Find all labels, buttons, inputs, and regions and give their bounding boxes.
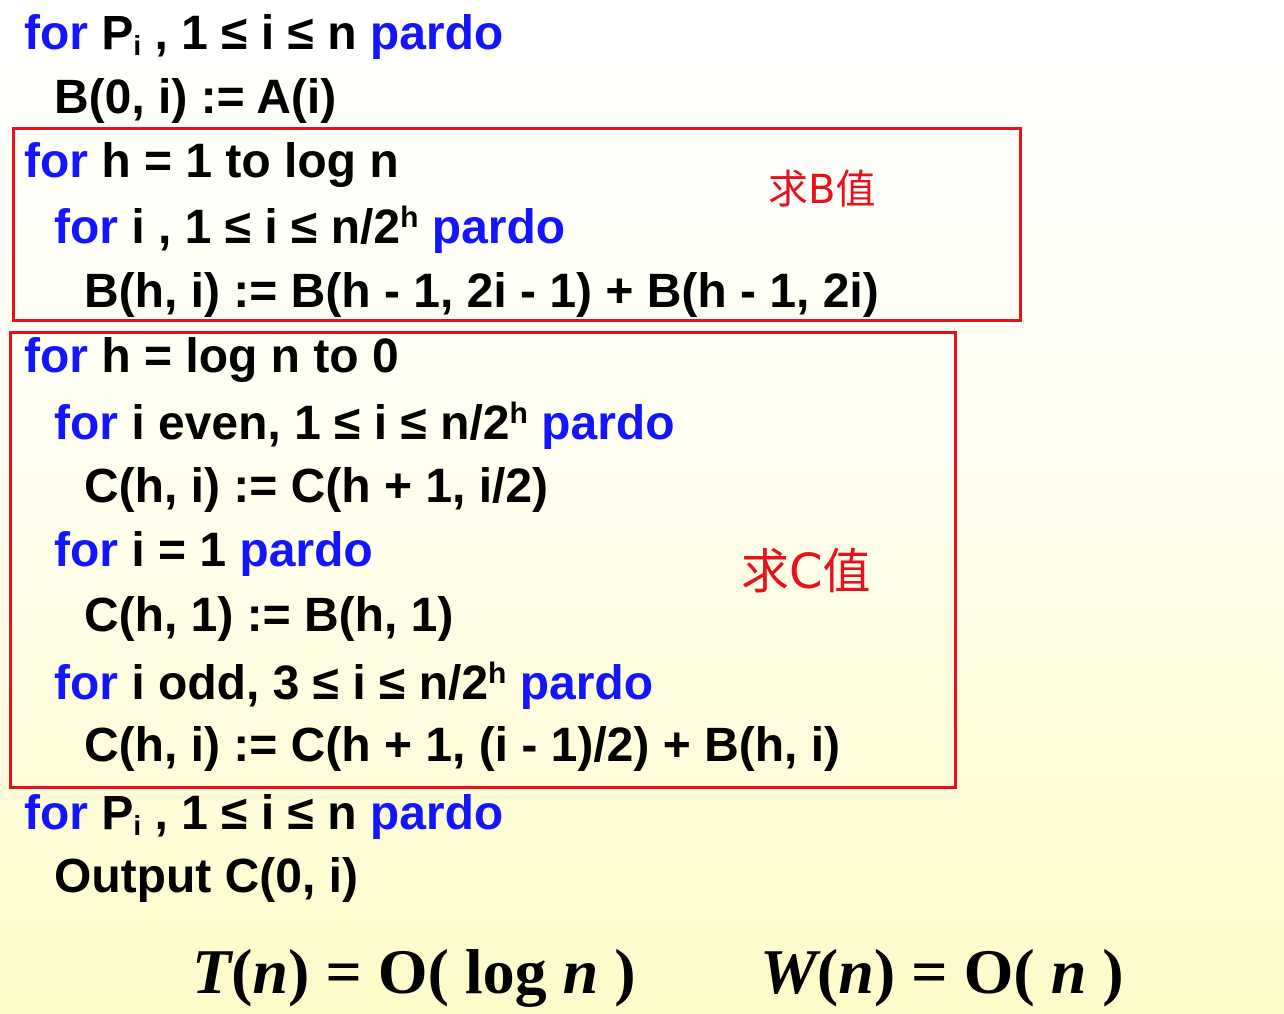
statement-text: C(h, i) := C(h + 1, (i - 1)/2) + B(h, i) bbox=[84, 719, 841, 772]
time-complexity: T(n) = O( log n ) bbox=[192, 936, 636, 1008]
keyword-for: for bbox=[54, 397, 118, 450]
processor-symbol: P bbox=[101, 7, 134, 60]
keyword-for: for bbox=[54, 657, 118, 710]
processor-subscript: i bbox=[133, 30, 142, 61]
code-line-10: C(h, 1) := B(h, 1) bbox=[84, 588, 453, 644]
equals-text: ) = O( bbox=[873, 936, 1051, 1007]
paren-open: ( bbox=[816, 936, 839, 1007]
processor-subscript: i bbox=[133, 810, 142, 841]
code-line-9: for i = 1 pardo bbox=[54, 523, 373, 579]
keyword-for: for bbox=[24, 135, 88, 188]
keyword-for: for bbox=[24, 330, 88, 383]
keyword-for: for bbox=[54, 524, 118, 577]
keyword-pardo: pardo bbox=[369, 7, 504, 60]
code-line-8: C(h, i) := C(h + 1, i/2) bbox=[84, 459, 548, 515]
processor-symbol: P bbox=[101, 787, 134, 840]
code-line-3: for h = 1 to log n bbox=[24, 134, 399, 190]
statement-text: B(h, i) := B(h - 1, 2i - 1) + B(h - 1, 2… bbox=[84, 265, 879, 318]
code-line-13: for Pi , 1 ≤ i ≤ n pardo bbox=[24, 786, 503, 842]
code-line-4: for i , 1 ≤ i ≤ n/2h pardo bbox=[54, 200, 565, 256]
keyword-for: for bbox=[54, 201, 118, 254]
superscript-h: h bbox=[488, 657, 507, 690]
keyword-pardo: pardo bbox=[541, 397, 675, 450]
code-line-11: for i odd, 3 ≤ i ≤ n/2h pardo bbox=[54, 656, 653, 712]
w-symbol: W bbox=[760, 936, 817, 1007]
n-var: n bbox=[838, 936, 874, 1007]
superscript-h: h bbox=[400, 201, 419, 234]
loop-text: h = log n to 0 bbox=[101, 330, 399, 383]
code-line-2: B(0, i) := A(i) bbox=[54, 70, 336, 126]
range-text: , 1 ≤ i ≤ n bbox=[154, 787, 357, 840]
keyword-pardo: pardo bbox=[369, 787, 504, 840]
code-line-14: Output C(0, i) bbox=[54, 849, 358, 905]
statement-text: C(h, 1) := B(h, 1) bbox=[84, 589, 454, 642]
superscript-h: h bbox=[509, 397, 528, 430]
n-var: n bbox=[252, 936, 288, 1007]
statement-text: C(h, i) := C(h + 1, i/2) bbox=[84, 460, 549, 513]
c-annotation-label: 求C值 bbox=[741, 544, 871, 600]
range-text: i = 1 bbox=[131, 524, 227, 577]
work-complexity: W(n) = O( n ) bbox=[760, 936, 1124, 1008]
paren-open: ( bbox=[231, 936, 253, 1007]
paren-close: ) bbox=[598, 936, 636, 1007]
range-text: i odd, 3 ≤ i ≤ n/2 bbox=[131, 657, 489, 710]
range-text: i , 1 ≤ i ≤ n/2 bbox=[131, 201, 401, 254]
equals-text: ) = O( log bbox=[288, 936, 563, 1007]
keyword-for: for bbox=[24, 7, 88, 60]
code-line-6: for h = log n to 0 bbox=[24, 329, 399, 385]
keyword-pardo: pardo bbox=[239, 524, 373, 577]
keyword-pardo: pardo bbox=[431, 201, 566, 254]
keyword-pardo: pardo bbox=[519, 657, 654, 710]
statement-text: B(0, i) := A(i) bbox=[54, 71, 337, 124]
n-var: n bbox=[562, 936, 599, 1007]
range-text: i even, 1 ≤ i ≤ n/2 bbox=[131, 397, 510, 450]
code-line-12: C(h, i) := C(h + 1, (i - 1)/2) + B(h, i) bbox=[84, 718, 840, 774]
t-symbol: T bbox=[192, 936, 232, 1007]
code-line-1: for Pi , 1 ≤ i ≤ n pardo bbox=[24, 6, 503, 62]
range-text: , 1 ≤ i ≤ n bbox=[154, 7, 357, 60]
code-line-7: for i even, 1 ≤ i ≤ n/2h pardo bbox=[54, 396, 675, 452]
n-var: n bbox=[1050, 936, 1087, 1007]
paren-close: ) bbox=[1086, 936, 1124, 1007]
b-annotation-label: 求B值 bbox=[768, 167, 876, 213]
loop-text: h = 1 to log n bbox=[101, 135, 399, 188]
statement-text: Output C(0, i) bbox=[54, 850, 358, 903]
keyword-for: for bbox=[24, 787, 88, 840]
code-line-5: B(h, i) := B(h - 1, 2i - 1) + B(h - 1, 2… bbox=[84, 264, 879, 320]
